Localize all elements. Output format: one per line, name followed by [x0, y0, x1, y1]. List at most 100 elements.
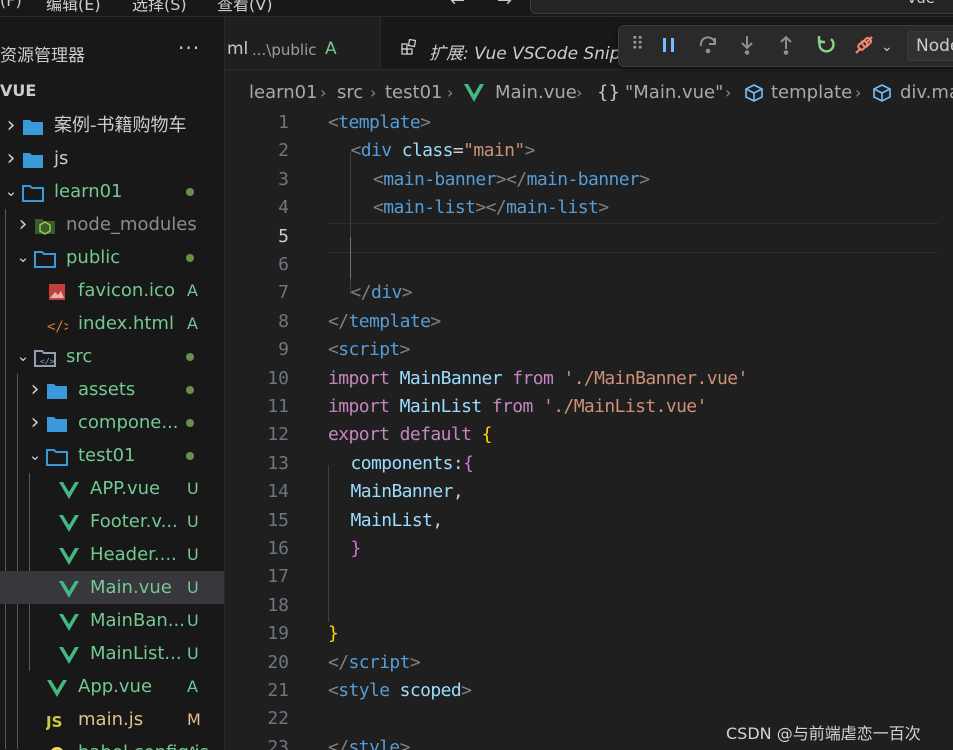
- node-modules-icon: [34, 214, 56, 235]
- tree-item[interactable]: ⌄ </> src: [0, 340, 224, 373]
- tree-item[interactable]: </> index.html A: [0, 307, 224, 340]
- chevron-down-icon[interactable]: ⌄: [28, 439, 42, 472]
- breadcrumb-item[interactable]: template: [771, 80, 852, 106]
- tree-item[interactable]: ⌄ public: [0, 241, 224, 274]
- explorer-sidebar: 资源管理器 ··· VUE › 案例-书籍购物车 › js ⌄ learn01 › node_…: [0, 17, 225, 750]
- image-file-icon: [46, 280, 68, 300]
- line-number: 10: [267, 367, 289, 389]
- breadcrumb-item[interactable]: learn01: [249, 80, 318, 106]
- chevron-right-icon[interactable]: ›: [4, 142, 18, 175]
- breadcrumb-item[interactable]: "Main.vue": [625, 80, 723, 106]
- tree-item[interactable]: APP.vue U: [0, 472, 224, 505]
- step-over-icon[interactable]: [697, 34, 719, 56]
- step-into-icon[interactable]: [737, 34, 757, 56]
- modified-dot-indicator: [186, 419, 194, 427]
- modified-dot-indicator: [186, 188, 194, 196]
- code-token: }: [350, 538, 362, 559]
- tree-item[interactable]: favicon.ico A: [0, 274, 224, 307]
- code-token: template: [338, 112, 421, 133]
- code-token: >: [461, 680, 472, 701]
- pause-icon[interactable]: [659, 35, 679, 55]
- line-number: 5: [278, 225, 289, 247]
- forward-arrow-icon[interactable]: →: [497, 0, 512, 11]
- svg-text:JS: JS: [46, 713, 62, 731]
- tree-item-label: APP.vue: [90, 478, 161, 499]
- tree-item-label: compone...: [78, 412, 179, 433]
- drag-handle-icon[interactable]: ⠿: [631, 32, 644, 58]
- back-arrow-icon[interactable]: ←: [450, 0, 465, 11]
- vue-file-icon: [46, 676, 68, 697]
- chevron-right-icon: ›: [725, 83, 732, 102]
- line-number: 20: [267, 651, 289, 673]
- active-indent-guide: [350, 237, 351, 279]
- tree-item[interactable]: › js: [0, 142, 224, 175]
- debug-target-select[interactable]: Node: [907, 31, 953, 61]
- code-token: main-list: [383, 197, 476, 219]
- menu-edit[interactable]: 编辑(E): [46, 0, 101, 15]
- disconnect-icon[interactable]: [853, 34, 877, 56]
- vue-file-icon: [58, 577, 80, 598]
- tree-item[interactable]: MainList... U: [0, 637, 224, 670]
- breadcrumb-item[interactable]: test01: [385, 80, 442, 106]
- tree-item-label: learn01: [54, 181, 123, 202]
- chevron-right-icon[interactable]: ›: [28, 406, 42, 439]
- tree-item[interactable]: Main.vue U: [0, 571, 224, 604]
- tree-item[interactable]: ⌄ learn01: [0, 175, 224, 208]
- step-out-icon[interactable]: [776, 34, 796, 56]
- code-token: >: [399, 339, 411, 361]
- more-actions-icon[interactable]: ···: [178, 36, 200, 60]
- code-line: <div class="main">: [351, 137, 536, 165]
- restart-icon[interactable]: [815, 34, 837, 56]
- code-token: >: [399, 736, 411, 750]
- chevron-down-icon[interactable]: ⌄: [4, 175, 18, 208]
- workspace-section-title[interactable]: VUE: [0, 81, 36, 100]
- tree-item[interactable]: ⌄ test01: [0, 439, 224, 472]
- tree-item[interactable]: App.vue A: [0, 670, 224, 703]
- modified-dot-indicator: [186, 386, 194, 394]
- tree-item[interactable]: › node_modules: [0, 208, 224, 241]
- tree-item[interactable]: babel.config.jsA: [0, 736, 224, 750]
- chevron-down-icon[interactable]: ⌄: [881, 34, 893, 60]
- breadcrumb-item[interactable]: Main.vue: [495, 80, 577, 106]
- indent-guide: [328, 465, 329, 622]
- chevron-down-icon[interactable]: ⌄: [16, 340, 30, 373]
- modified-dot-indicator: [186, 353, 194, 361]
- folder-icon: [22, 115, 44, 135]
- chevron-right-icon[interactable]: ›: [16, 208, 30, 241]
- chevron-right-icon[interactable]: ›: [28, 373, 42, 406]
- vue-file-icon: [58, 610, 80, 631]
- menu-view[interactable]: 查看(V): [217, 0, 272, 15]
- line-number: 2: [278, 140, 289, 162]
- tree-item[interactable]: Footer.v... U: [0, 505, 224, 538]
- code-token: MainList: [350, 509, 434, 531]
- tab-index-html[interactable]: ml ...\public A: [225, 17, 381, 69]
- svg-text:</>: </>: [40, 357, 55, 366]
- line-number: 16: [267, 538, 289, 559]
- code-editor[interactable]: 1 2 3 4 5 6 7 8 9 10 11 12 13 14 15 16 17 18 19 20 21 22 23 <te…: [225, 109, 953, 750]
- tree-item[interactable]: Header.... U: [0, 538, 224, 571]
- tree-item[interactable]: › compone...: [0, 406, 224, 439]
- code-token: <: [328, 112, 339, 133]
- tree-item[interactable]: › 案例-书籍购物车: [0, 109, 224, 142]
- breadcrumb-item[interactable]: div.main: [900, 80, 953, 106]
- code-token: <: [328, 339, 339, 361]
- babel-file-icon: [46, 742, 68, 750]
- search-icon: ⌕: [893, 0, 901, 4]
- tree-item-label: favicon.ico: [78, 280, 175, 301]
- command-center-text: vue: [907, 0, 935, 7]
- menu-file[interactable]: (F): [0, 0, 22, 10]
- command-center[interactable]: ⌕ vue: [530, 0, 953, 14]
- tree-item[interactable]: › assets: [0, 373, 224, 406]
- tree-item-label: js: [54, 148, 69, 169]
- code-token: <: [373, 168, 384, 190]
- tree-item[interactable]: MainBan... U: [0, 604, 224, 637]
- menu-selection[interactable]: 选择(S): [132, 0, 187, 15]
- code-token: {: [463, 452, 474, 474]
- git-status-badge: A: [187, 677, 198, 696]
- breadcrumb-item[interactable]: src: [337, 80, 363, 106]
- chevron-down-icon[interactable]: ⌄: [16, 241, 30, 274]
- tree-item-label: 案例-书籍购物车: [54, 115, 187, 136]
- chevron-right-icon[interactable]: ›: [4, 109, 18, 142]
- tree-item[interactable]: JS main.js M: [0, 703, 224, 736]
